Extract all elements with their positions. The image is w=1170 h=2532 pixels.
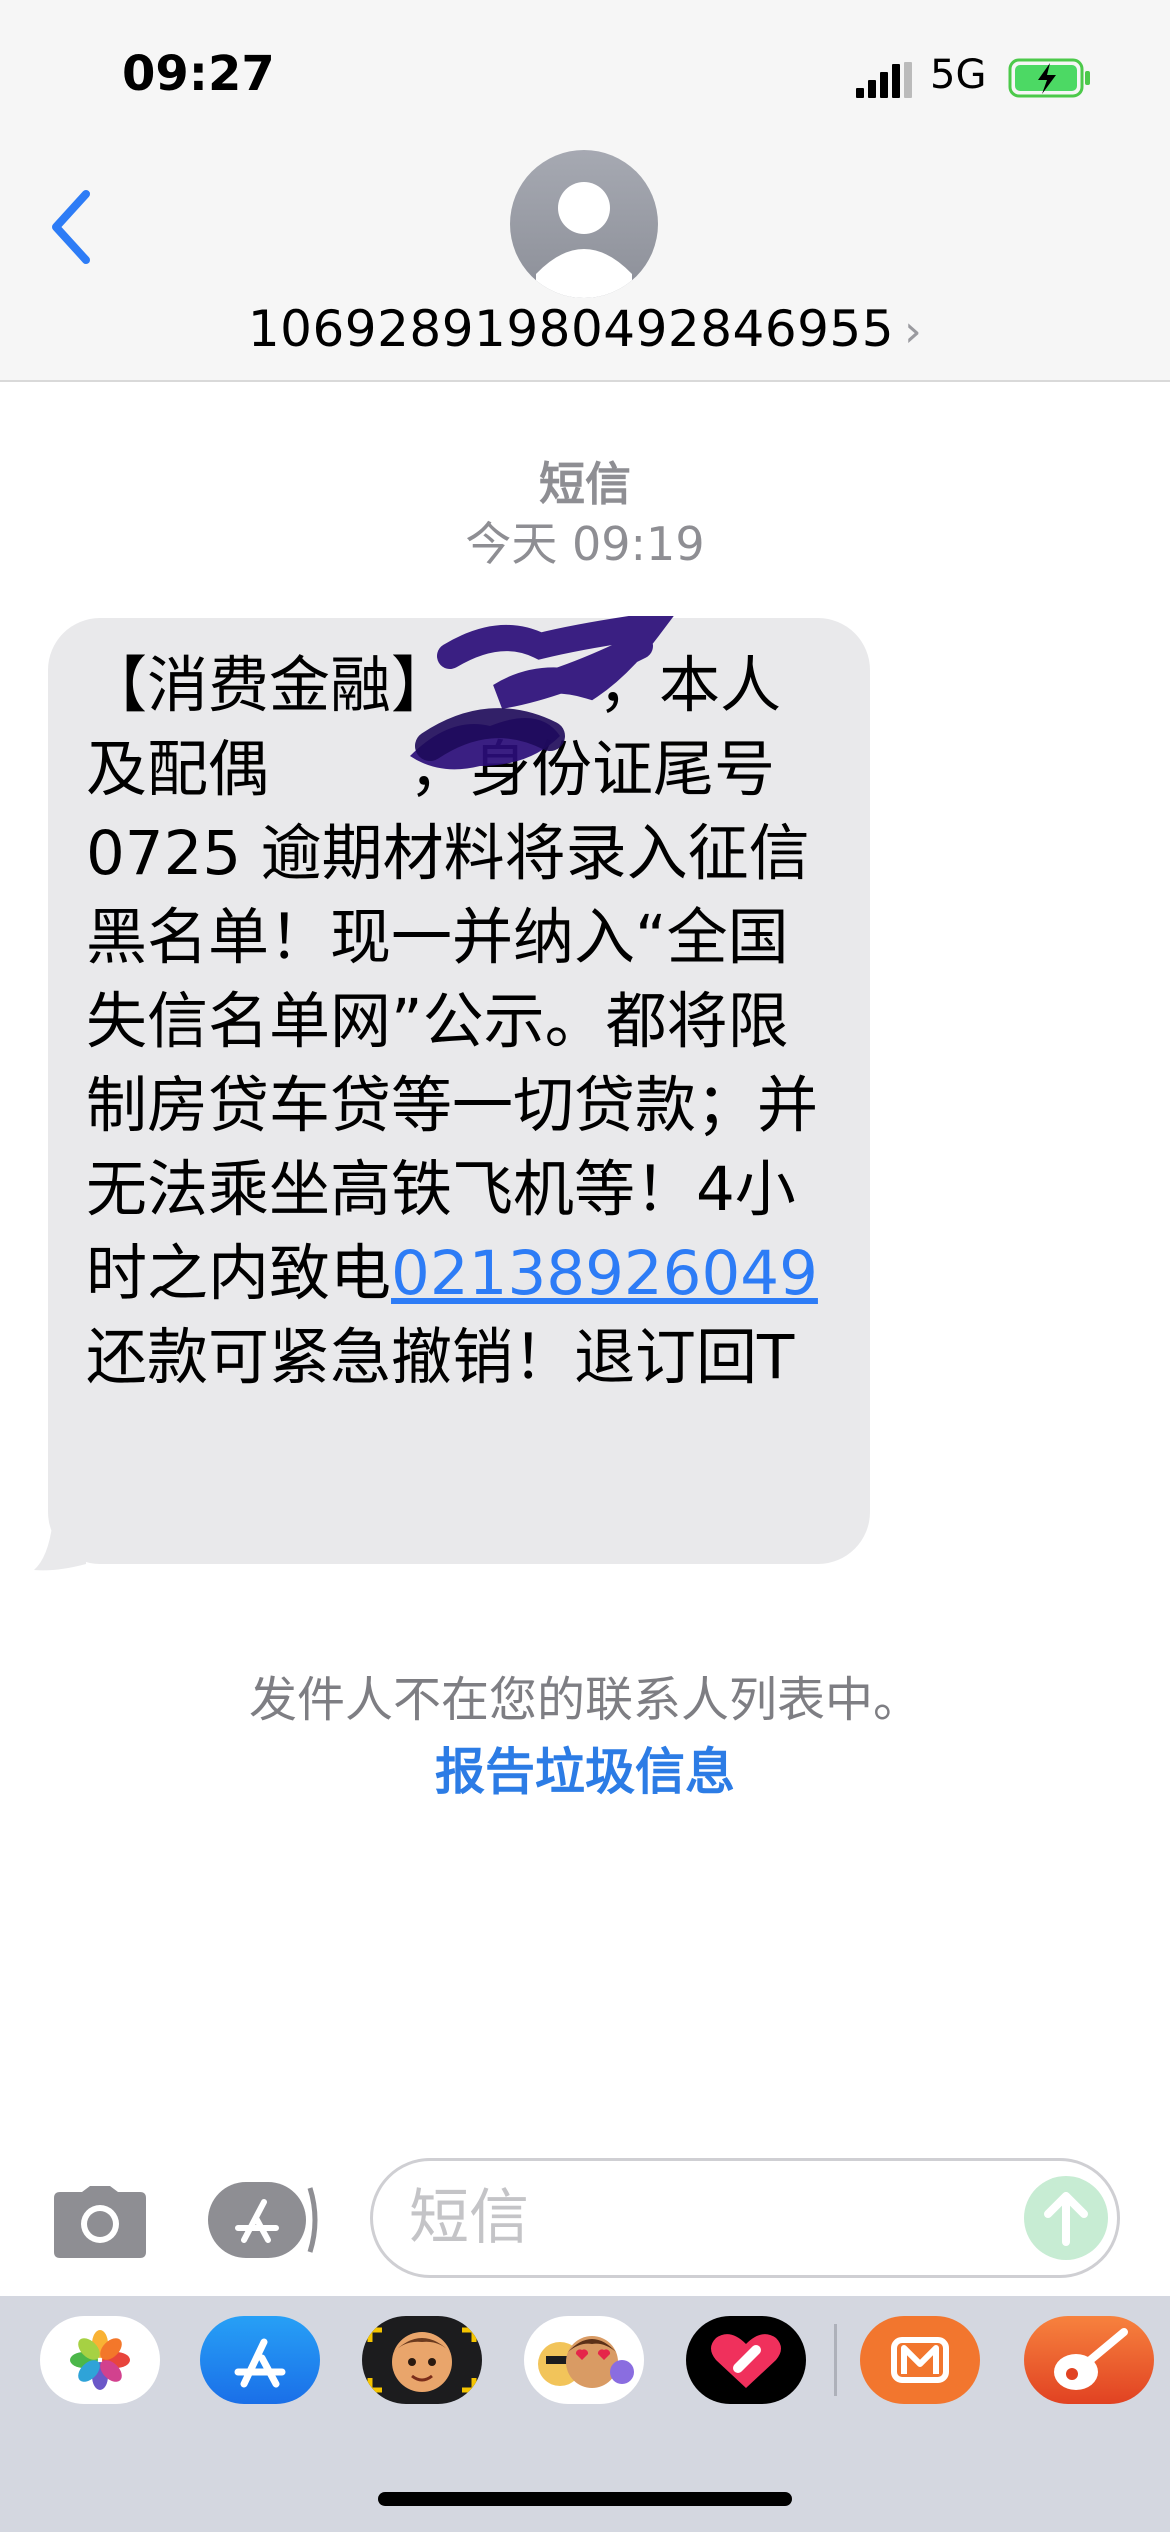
mango-tv-app-icon[interactable] — [860, 2316, 980, 2404]
animoji-stickers-app-icon[interactable] — [524, 2316, 644, 2404]
send-arrow-icon[interactable] — [1022, 2174, 1110, 2262]
memoji-app-icon[interactable] — [362, 2316, 482, 2404]
dock-divider — [834, 2324, 837, 2396]
message-timestamp: 今天 09:19 — [465, 517, 705, 571]
message-bubble[interactable]: 【消费金融】 ，本人及配偶 ，身份证尾号 0725 逾期材料将录入征信黑名单！现一并… — [48, 618, 870, 1564]
home-indicator — [378, 2492, 792, 2506]
app-store-app-icon[interactable] — [200, 2316, 320, 2404]
conversation-header: 09:27 5G 106928919804928469​55 › — [0, 0, 1170, 382]
battery-charging-icon — [1008, 58, 1090, 98]
back-chevron-icon[interactable] — [46, 188, 96, 266]
cellular-signal-icon — [856, 62, 912, 98]
message-text: 【消费金融】 ，本人及配偶 ，身份证尾号 0725 逾期材料将录入征信黑名单！现一并… — [86, 644, 830, 1400]
contact-number-label: 106928919804928469​55 — [247, 300, 895, 358]
report-junk-link[interactable]: 报告垃圾信息 — [0, 1732, 1170, 1804]
chevron-right-icon: › — [904, 306, 923, 357]
message-input[interactable]: 短信 — [370, 2158, 1120, 2278]
person-silhouette-icon — [536, 182, 632, 298]
unknown-sender-notice: 发件人不在您的联系人列表中。 — [248, 1672, 921, 1728]
photos-app-icon[interactable] — [40, 2316, 160, 2404]
camera-icon[interactable] — [52, 2184, 148, 2260]
network-type: 5G — [930, 52, 987, 98]
garageband-app-icon[interactable] — [1024, 2316, 1154, 2404]
message-part: ，身份证尾号 0725 逾期材料将录入征信黑名单！现一并纳入“全国失信名单网”公… — [86, 734, 819, 1309]
contact-avatar[interactable] — [510, 150, 658, 298]
contact-number[interactable]: 106928919804928469​55 › — [0, 300, 1170, 358]
message-service-label: 短信 — [539, 457, 631, 511]
status-time: 09:27 — [122, 46, 275, 102]
app-store-drawer-icon[interactable] — [206, 2180, 322, 2260]
digital-touch-app-icon[interactable] — [686, 2316, 806, 2404]
message-part: 【消费金融】 — [86, 650, 453, 721]
phone-link[interactable]: 02138926049 — [391, 1238, 818, 1309]
message-part: 还款可紧急撤销！退订回T — [86, 1322, 795, 1393]
